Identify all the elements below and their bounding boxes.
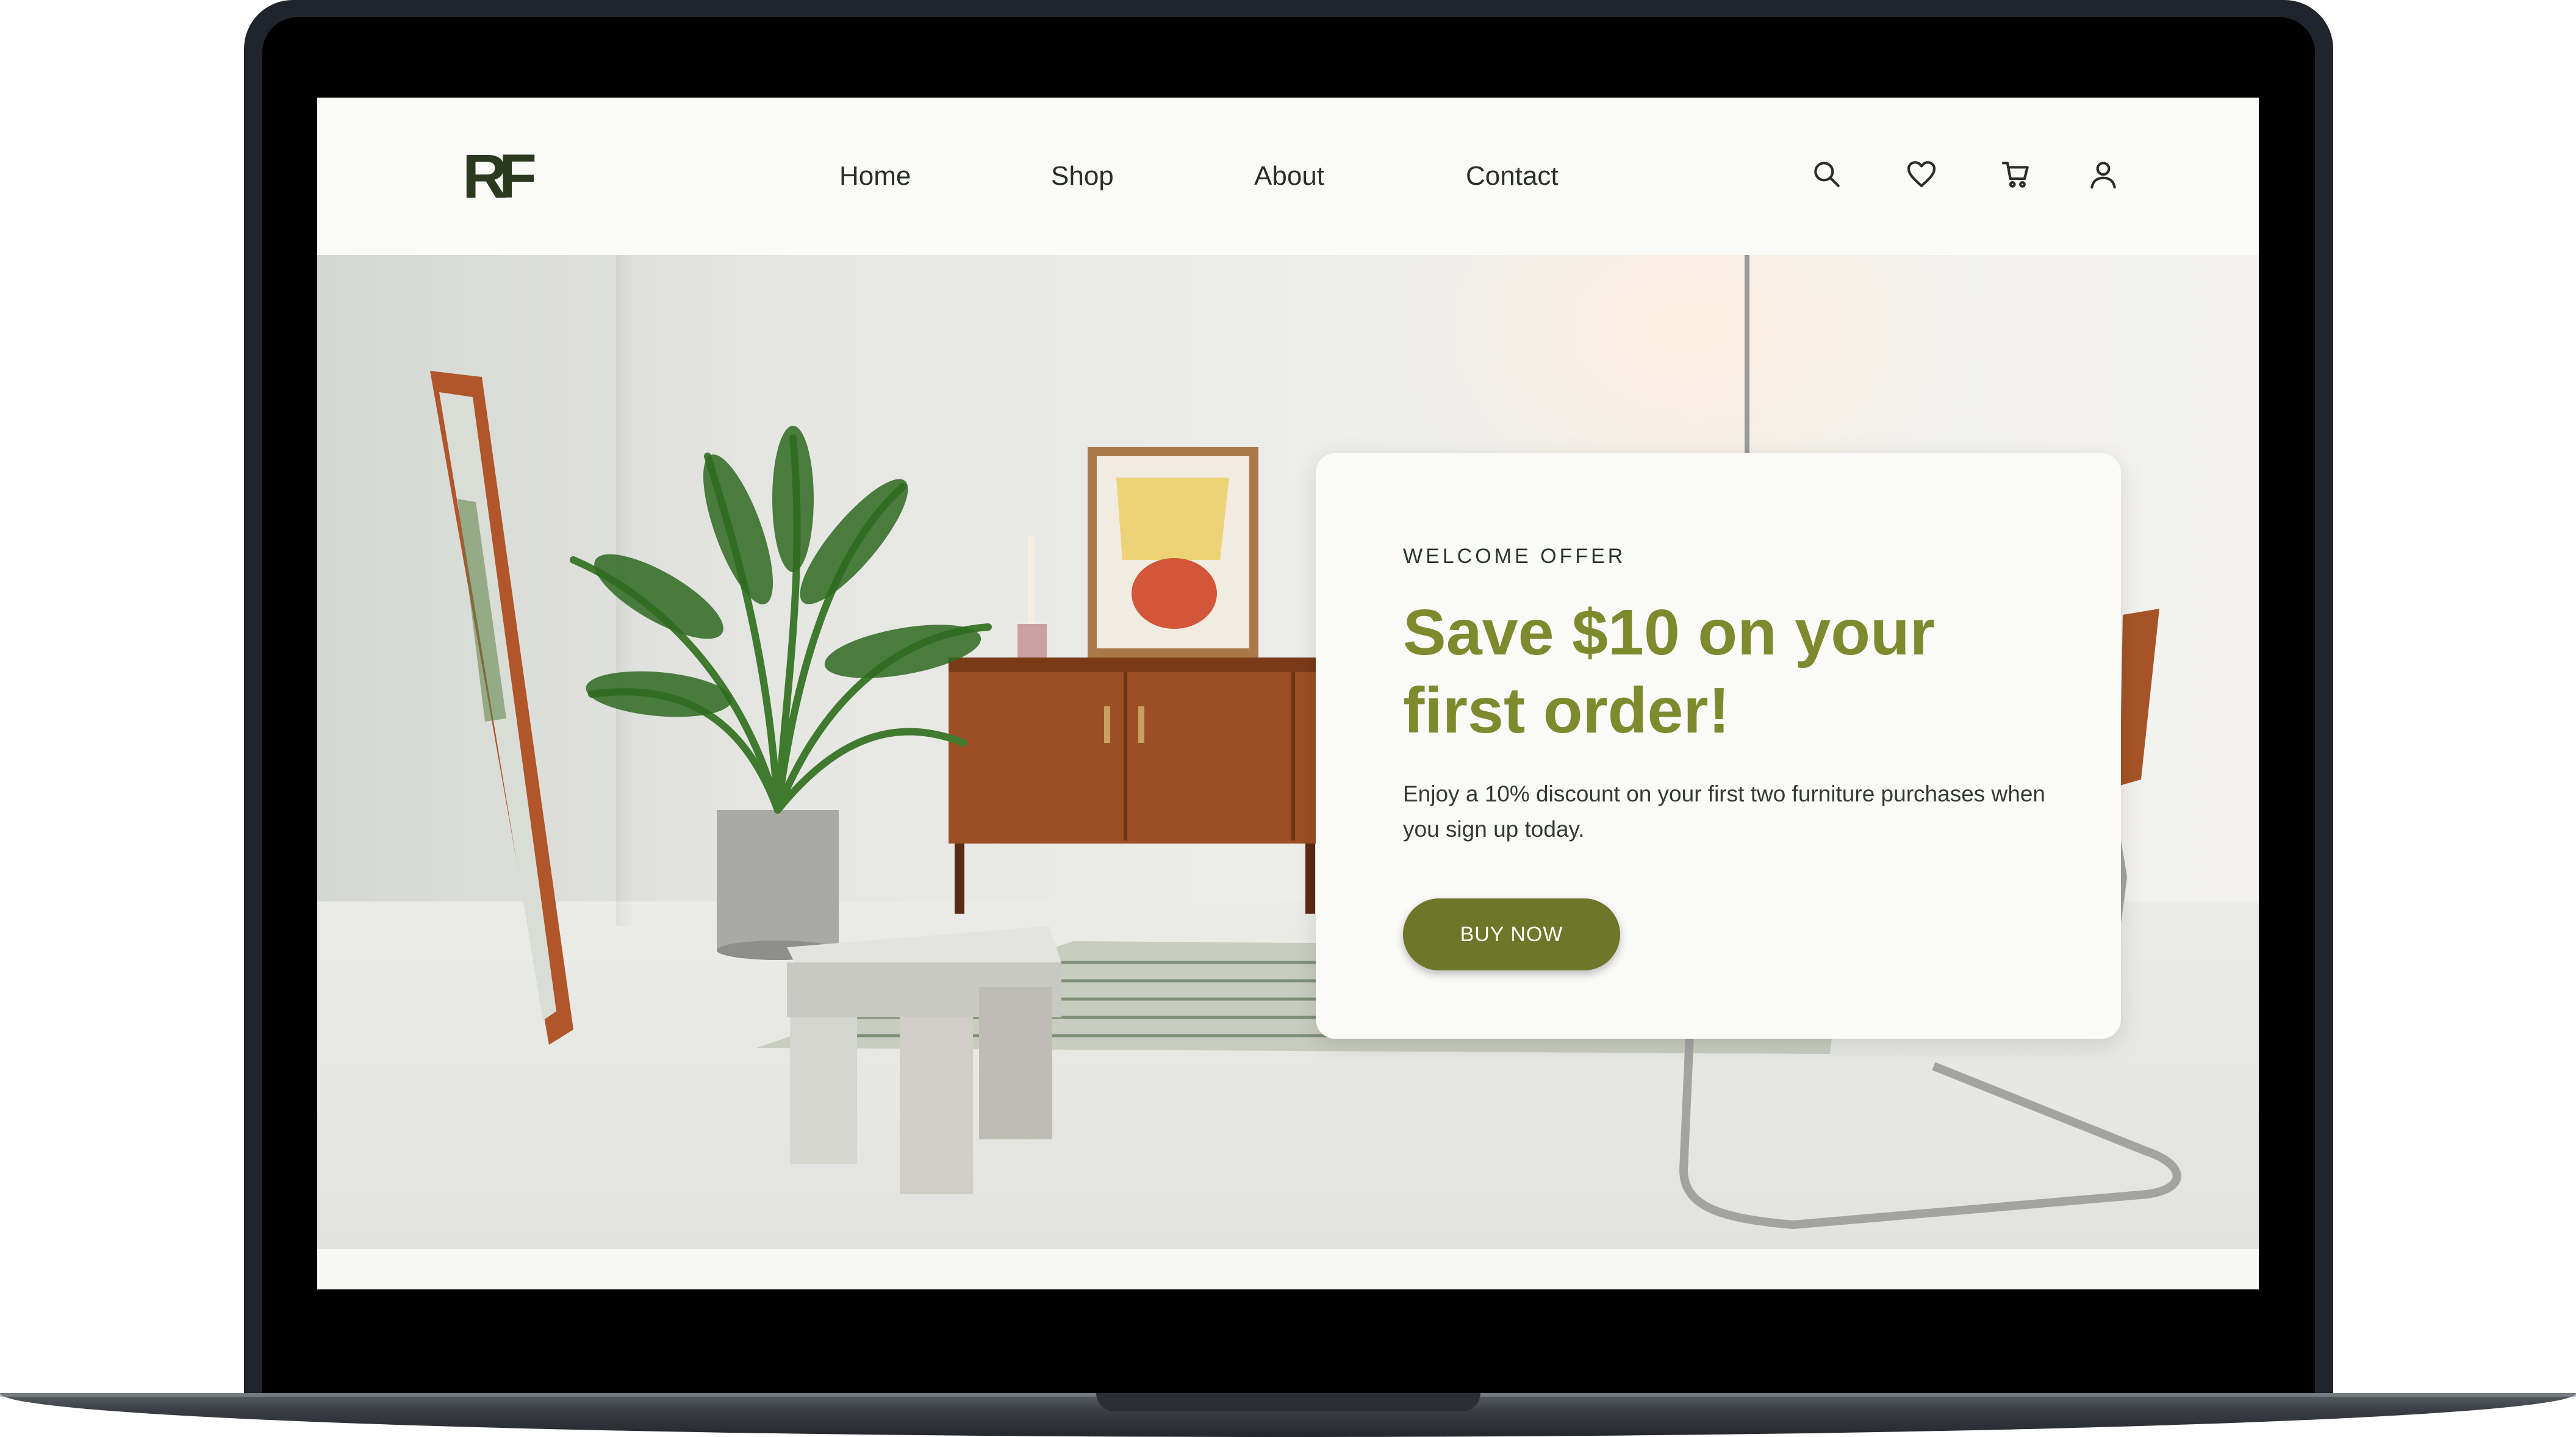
page-bottom-strip [317, 1249, 2259, 1289]
nav-about[interactable]: About [1254, 161, 1324, 192]
potted-palm [570, 426, 992, 960]
buy-now-button[interactable]: BUY NOW [1403, 898, 1620, 970]
nav-home[interactable]: Home [839, 161, 911, 192]
brand-logo[interactable]: RF [462, 142, 544, 211]
search-icon[interactable] [1810, 157, 1844, 192]
rf-logo-mark: RF [462, 142, 544, 211]
user-icon[interactable] [2086, 157, 2120, 192]
logo-text: RF [462, 145, 535, 206]
hero-banner: WELCOME OFFER Save $10 on your first ord… [317, 255, 2259, 1249]
wooden-sideboard [949, 658, 1327, 914]
nav-shop[interactable]: Shop [1051, 161, 1114, 192]
offer-eyebrow: WELCOME OFFER [1403, 545, 1626, 568]
site-header: RF Home Shop About Contact [317, 98, 2259, 255]
chrome-stool [787, 926, 1061, 1194]
welcome-offer-card: WELCOME OFFER Save $10 on your first ord… [1316, 453, 2121, 1039]
candle [1017, 536, 1047, 658]
heart-icon[interactable] [1904, 157, 1939, 192]
browser-screen: RF Home Shop About Contact WELCOME OFFER… [317, 98, 2259, 1289]
chair-back [2120, 609, 2159, 786]
offer-description: Enjoy a 10% discount on your first two f… [1403, 781, 2046, 842]
cart-icon[interactable] [1999, 157, 2033, 192]
framed-artwork [1088, 447, 1258, 658]
nav-contact[interactable]: Contact [1466, 161, 1559, 192]
standing-mirror [430, 371, 573, 1045]
offer-title: Save $10 on your first order! [1403, 597, 1935, 747]
laptop-notch [1096, 1393, 1480, 1411]
